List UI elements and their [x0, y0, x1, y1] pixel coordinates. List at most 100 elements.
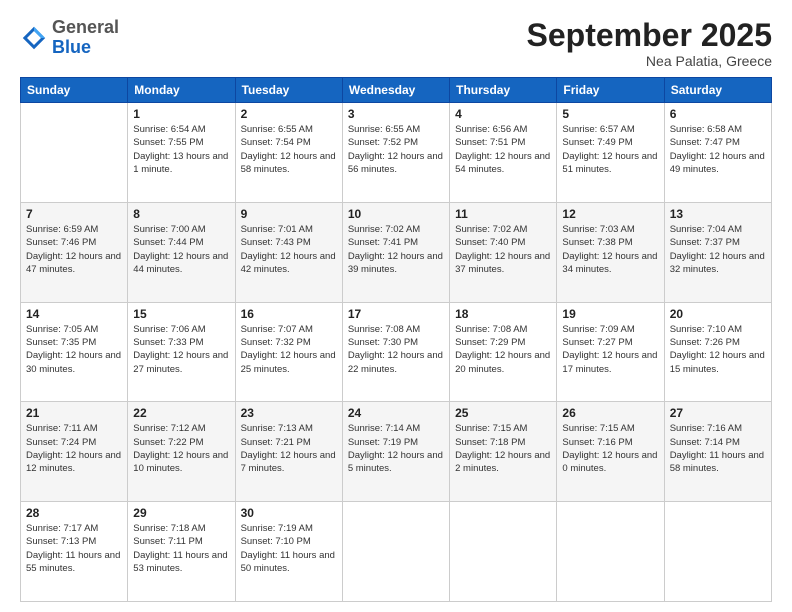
- day-info: Sunrise: 7:16 AM Sunset: 7:14 PM Dayligh…: [670, 422, 766, 475]
- day-number: 21: [26, 406, 122, 420]
- calendar-cell: 29Sunrise: 7:18 AM Sunset: 7:11 PM Dayli…: [128, 502, 235, 602]
- weekday-header-friday: Friday: [557, 78, 664, 103]
- day-info: Sunrise: 7:12 AM Sunset: 7:22 PM Dayligh…: [133, 422, 229, 475]
- day-number: 4: [455, 107, 551, 121]
- calendar-cell: 13 Sunrise: 7:04 AM Sunset: 7:37 PM Dayli…: [664, 202, 771, 302]
- weekday-header-tuesday: Tuesday: [235, 78, 342, 103]
- calendar-cell: 12Sunrise: 7:03 AM Sunset: 7:38 PM Dayli…: [557, 202, 664, 302]
- weekday-header-saturday: Saturday: [664, 78, 771, 103]
- day-number: 17: [348, 307, 444, 321]
- day-info: Sunrise: 7:00 AM Sunset: 7:44 PM Dayligh…: [133, 223, 229, 276]
- day-info: Sunrise: 7:15 AM Sunset: 7:18 PM Dayligh…: [455, 422, 551, 475]
- day-number: 23: [241, 406, 337, 420]
- day-info: Sunrise: 7:02 AM Sunset: 7:40 PM Dayligh…: [455, 223, 551, 276]
- calendar-cell: 3 Sunrise: 6:55 AM Sunset: 7:52 PM Daylig…: [342, 103, 449, 203]
- day-number: 22: [133, 406, 229, 420]
- day-number: 7: [26, 207, 122, 221]
- weekday-header-thursday: Thursday: [450, 78, 557, 103]
- day-number: 8: [133, 207, 229, 221]
- day-info: Sunrise: 7:09 AM Sunset: 7:27 PM Dayligh…: [562, 323, 658, 376]
- calendar-cell: 24 Sunrise: 7:14 AM Sunset: 7:19 PM Dayli…: [342, 402, 449, 502]
- logo-icon: [20, 24, 48, 52]
- day-number: 15: [133, 307, 229, 321]
- day-number: 14: [26, 307, 122, 321]
- calendar-cell: 23 Sunrise: 7:13 AM Sunset: 7:21 PM Dayli…: [235, 402, 342, 502]
- day-number: 26: [562, 406, 658, 420]
- day-number: 24: [348, 406, 444, 420]
- day-info: Sunrise: 7:10 AM Sunset: 7:26 PM Dayligh…: [670, 323, 766, 376]
- logo-general-text: General: [52, 17, 119, 37]
- calendar-cell: [342, 502, 449, 602]
- day-number: 27: [670, 406, 766, 420]
- day-info: Sunrise: 7:04 AM Sunset: 7:37 PM Dayligh…: [670, 223, 766, 276]
- calendar-cell: 10 Sunrise: 7:02 AM Sunset: 7:41 PM Dayli…: [342, 202, 449, 302]
- day-info: Sunrise: 7:18 AM Sunset: 7:11 PM Dayligh…: [133, 522, 229, 575]
- day-number: 18: [455, 307, 551, 321]
- day-info: Sunrise: 7:06 AM Sunset: 7:33 PM Dayligh…: [133, 323, 229, 376]
- day-number: 6: [670, 107, 766, 121]
- calendar-cell: 18 Sunrise: 7:08 AM Sunset: 7:29 PM Dayli…: [450, 302, 557, 402]
- weekday-header-wednesday: Wednesday: [342, 78, 449, 103]
- day-info: Sunrise: 7:02 AM Sunset: 7:41 PM Dayligh…: [348, 223, 444, 276]
- calendar-cell: 1 Sunrise: 6:54 AM Sunset: 7:55 PM Daylig…: [128, 103, 235, 203]
- day-info: Sunrise: 7:13 AM Sunset: 7:21 PM Dayligh…: [241, 422, 337, 475]
- calendar-cell: [664, 502, 771, 602]
- day-info: Sunrise: 7:11 AM Sunset: 7:24 PM Dayligh…: [26, 422, 122, 475]
- day-number: 1: [133, 107, 229, 121]
- day-info: Sunrise: 7:08 AM Sunset: 7:30 PM Dayligh…: [348, 323, 444, 376]
- day-info: Sunrise: 6:55 AM Sunset: 7:52 PM Dayligh…: [348, 123, 444, 176]
- logo-blue-text: Blue: [52, 37, 91, 57]
- month-title: September 2025: [527, 18, 772, 53]
- weekday-header-monday: Monday: [128, 78, 235, 103]
- day-number: 28: [26, 506, 122, 520]
- day-info: Sunrise: 7:08 AM Sunset: 7:29 PM Dayligh…: [455, 323, 551, 376]
- day-info: Sunrise: 7:03 AM Sunset: 7:38 PM Dayligh…: [562, 223, 658, 276]
- day-info: Sunrise: 7:01 AM Sunset: 7:43 PM Dayligh…: [241, 223, 337, 276]
- calendar-cell: 4 Sunrise: 6:56 AM Sunset: 7:51 PM Daylig…: [450, 103, 557, 203]
- day-number: 20: [670, 307, 766, 321]
- day-info: Sunrise: 7:19 AM Sunset: 7:10 PM Dayligh…: [241, 522, 337, 575]
- day-info: Sunrise: 6:57 AM Sunset: 7:49 PM Dayligh…: [562, 123, 658, 176]
- day-number: 3: [348, 107, 444, 121]
- day-info: Sunrise: 7:14 AM Sunset: 7:19 PM Dayligh…: [348, 422, 444, 475]
- day-number: 5: [562, 107, 658, 121]
- day-info: Sunrise: 6:54 AM Sunset: 7:55 PM Dayligh…: [133, 123, 229, 176]
- day-info: Sunrise: 7:05 AM Sunset: 7:35 PM Dayligh…: [26, 323, 122, 376]
- calendar-cell: 17 Sunrise: 7:08 AM Sunset: 7:30 PM Dayli…: [342, 302, 449, 402]
- day-number: 30: [241, 506, 337, 520]
- calendar-cell: 28Sunrise: 7:17 AM Sunset: 7:13 PM Dayli…: [21, 502, 128, 602]
- calendar-cell: [450, 502, 557, 602]
- calendar-table: SundayMondayTuesdayWednesdayThursdayFrid…: [20, 77, 772, 602]
- page-header: General Blue September 2025 Nea Palatia,…: [20, 18, 772, 69]
- calendar-cell: 19Sunrise: 7:09 AM Sunset: 7:27 PM Dayli…: [557, 302, 664, 402]
- calendar-cell: 5 Sunrise: 6:57 AM Sunset: 7:49 PM Daylig…: [557, 103, 664, 203]
- calendar-cell: 21 Sunrise: 7:11 AM Sunset: 7:24 PM Dayli…: [21, 402, 128, 502]
- day-number: 11: [455, 207, 551, 221]
- day-number: 13: [670, 207, 766, 221]
- calendar-cell: 27 Sunrise: 7:16 AM Sunset: 7:14 PM Dayli…: [664, 402, 771, 502]
- day-number: 16: [241, 307, 337, 321]
- title-block: September 2025 Nea Palatia, Greece: [527, 18, 772, 69]
- day-info: Sunrise: 6:59 AM Sunset: 7:46 PM Dayligh…: [26, 223, 122, 276]
- calendar-cell: [557, 502, 664, 602]
- day-info: Sunrise: 6:56 AM Sunset: 7:51 PM Dayligh…: [455, 123, 551, 176]
- weekday-header-sunday: Sunday: [21, 78, 128, 103]
- day-info: Sunrise: 7:07 AM Sunset: 7:32 PM Dayligh…: [241, 323, 337, 376]
- calendar-cell: 25 Sunrise: 7:15 AM Sunset: 7:18 PM Dayli…: [450, 402, 557, 502]
- day-info: Sunrise: 6:58 AM Sunset: 7:47 PM Dayligh…: [670, 123, 766, 176]
- calendar-cell: 30 Sunrise: 7:19 AM Sunset: 7:10 PM Dayli…: [235, 502, 342, 602]
- day-number: 25: [455, 406, 551, 420]
- day-number: 9: [241, 207, 337, 221]
- day-number: 10: [348, 207, 444, 221]
- calendar-cell: 9 Sunrise: 7:01 AM Sunset: 7:43 PM Daylig…: [235, 202, 342, 302]
- day-info: Sunrise: 7:15 AM Sunset: 7:16 PM Dayligh…: [562, 422, 658, 475]
- calendar-cell: 15 Sunrise: 7:06 AM Sunset: 7:33 PM Dayli…: [128, 302, 235, 402]
- calendar-cell: 16 Sunrise: 7:07 AM Sunset: 7:32 PM Dayli…: [235, 302, 342, 402]
- calendar-cell: [21, 103, 128, 203]
- calendar-cell: 11 Sunrise: 7:02 AM Sunset: 7:40 PM Dayli…: [450, 202, 557, 302]
- day-number: 2: [241, 107, 337, 121]
- location-subtitle: Nea Palatia, Greece: [527, 53, 772, 69]
- calendar-cell: 26 Sunrise: 7:15 AM Sunset: 7:16 PM Dayli…: [557, 402, 664, 502]
- calendar-cell: 20 Sunrise: 7:10 AM Sunset: 7:26 PM Dayli…: [664, 302, 771, 402]
- calendar-cell: 7 Sunrise: 6:59 AM Sunset: 7:46 PM Daylig…: [21, 202, 128, 302]
